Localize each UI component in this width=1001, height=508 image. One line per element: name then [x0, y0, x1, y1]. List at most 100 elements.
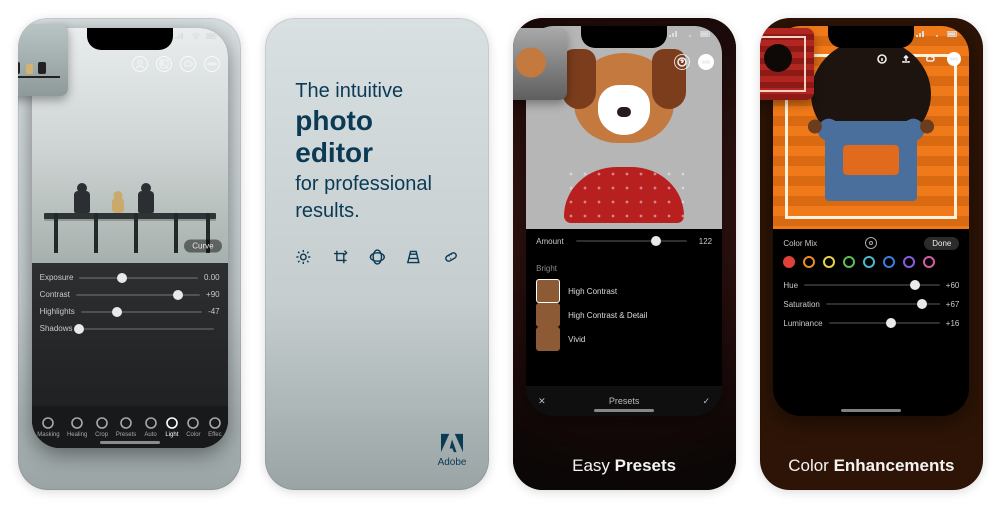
- color-swatch[interactable]: [903, 256, 915, 268]
- auto-tool[interactable]: Auto: [144, 416, 158, 438]
- feature-icons: [295, 245, 458, 269]
- notch: [828, 26, 914, 48]
- sun-icon: [295, 245, 312, 269]
- preset-swatch-icon: [536, 327, 560, 351]
- preset-list: Bright High Contrast High Contrast & Deta…: [526, 260, 722, 386]
- slider-row: Saturation +67: [783, 295, 959, 314]
- original-thumbnail[interactable]: [760, 28, 814, 100]
- preset-label: High Contrast & Detail: [568, 311, 647, 320]
- slider-track[interactable]: [826, 303, 940, 305]
- screenshot-editor: Curve Exposure0.00Contrast+90Highlights-…: [18, 18, 241, 490]
- cloud-icon[interactable]: [180, 56, 196, 72]
- sheet-title: Presets: [609, 396, 640, 406]
- tagline-line3: for professional: [295, 173, 458, 196]
- slider-row: Exposure0.00: [40, 269, 220, 286]
- marketing-copy: The intuitive photo editor for professio…: [265, 18, 488, 269]
- wifi-icon: [684, 30, 696, 38]
- panel-title: Color Mix: [783, 239, 817, 248]
- battery-icon: [700, 30, 712, 38]
- tagline-line1: The intuitive: [295, 80, 458, 103]
- slider-label: Highlights: [40, 307, 75, 316]
- battery-icon: [947, 30, 959, 38]
- done-button[interactable]: Done: [924, 237, 959, 250]
- original-thumbnail[interactable]: [513, 28, 567, 100]
- light-panel: Exposure0.00Contrast+90Highlights-47 Shad…: [32, 263, 228, 448]
- more-icon[interactable]: [947, 52, 961, 66]
- preset-item[interactable]: High Contrast: [536, 279, 712, 303]
- adobe-logo-icon: [441, 433, 463, 453]
- slider-track[interactable]: [79, 277, 198, 279]
- marketing-card: The intuitive photo editor for professio…: [265, 18, 488, 490]
- screenshot-presets: Amount 122 Bright High ContrastHigh Cont…: [513, 18, 736, 490]
- preset-label: Vivid: [568, 335, 585, 344]
- amount-value: 122: [699, 237, 712, 246]
- crop-rotate-icon: [332, 245, 349, 269]
- color-swatch[interactable]: [863, 256, 875, 268]
- check-icon[interactable]: ✓: [703, 396, 711, 407]
- color-swatch[interactable]: [823, 256, 835, 268]
- color-swatch[interactable]: [923, 256, 935, 268]
- signal-icon: [668, 30, 680, 38]
- healing-tool[interactable]: Healing: [67, 416, 87, 438]
- color-swatch[interactable]: [843, 256, 855, 268]
- status-bar: [174, 32, 218, 40]
- person-icon[interactable]: [132, 56, 148, 72]
- amount-slider[interactable]: [576, 240, 687, 242]
- preset-item[interactable]: Vivid: [536, 327, 712, 351]
- home-indicator: [841, 409, 901, 412]
- effects-tool[interactable]: Effec: [208, 416, 222, 438]
- slider-label: Saturation: [783, 300, 819, 309]
- home-indicator: [100, 441, 160, 444]
- color-swatch[interactable]: [883, 256, 895, 268]
- image-icon[interactable]: [156, 56, 172, 72]
- color-top-actions: [875, 52, 961, 66]
- color-mix-panel: Color Mix Done Hue+60 Saturation +67 Lumina…: [773, 229, 969, 333]
- tagline-line4: results.: [295, 200, 458, 223]
- share-icon[interactable]: [899, 52, 913, 66]
- slider-value: +90: [206, 290, 220, 299]
- slider-row: Hue+60: [783, 276, 959, 295]
- original-thumbnail[interactable]: [18, 24, 68, 96]
- slider-track[interactable]: [76, 294, 200, 296]
- slider-label: Shadows: [40, 324, 73, 333]
- target-icon[interactable]: [865, 237, 877, 249]
- close-icon[interactable]: ✕: [538, 396, 546, 407]
- slider-row: Luminance +16: [783, 314, 959, 333]
- more-icon[interactable]: [204, 56, 220, 72]
- color-swatches: [783, 256, 959, 268]
- color-tool[interactable]: Color: [186, 416, 200, 438]
- slider-track[interactable]: [829, 322, 940, 324]
- screenshot-color: Color Mix Done Hue+60 Saturation +67 Lumina…: [760, 18, 983, 490]
- slider-value: +16: [946, 319, 960, 328]
- light-tool[interactable]: Light: [165, 416, 179, 438]
- status-bar: [915, 30, 959, 38]
- help-icon[interactable]: [674, 54, 690, 70]
- slider-value: +67: [946, 300, 960, 309]
- color-swatch[interactable]: [783, 256, 795, 268]
- preset-item[interactable]: High Contrast & Detail: [536, 303, 712, 327]
- slider-row: Contrast+90: [40, 286, 220, 303]
- card-caption: Easy Presets: [513, 456, 736, 476]
- preset-top-actions: [674, 54, 714, 70]
- notch: [581, 26, 667, 48]
- status-bar: [668, 30, 712, 38]
- card-caption: Color Enhancements: [760, 456, 983, 476]
- info-icon[interactable]: [875, 52, 889, 66]
- presets-tool[interactable]: Presets: [116, 416, 136, 438]
- cloud-icon[interactable]: [923, 52, 937, 66]
- preset-swatch-icon: [536, 303, 560, 327]
- slider-track[interactable]: [804, 284, 940, 286]
- slider-label: Luminance: [783, 319, 822, 328]
- signal-icon: [174, 32, 186, 40]
- slider-label: Hue: [783, 281, 798, 290]
- masking-tool[interactable]: Masking: [37, 416, 59, 438]
- more-icon[interactable]: [698, 54, 714, 70]
- color-swatch[interactable]: [803, 256, 815, 268]
- slider-row: Highlights-47: [40, 303, 220, 320]
- preset-label: High Contrast: [568, 287, 617, 296]
- preset-section-label: Bright: [536, 264, 712, 273]
- curve-button[interactable]: Curve: [184, 240, 221, 253]
- slider-track[interactable]: [79, 328, 214, 330]
- crop-tool[interactable]: Crop: [95, 416, 109, 438]
- slider-track[interactable]: [81, 311, 202, 313]
